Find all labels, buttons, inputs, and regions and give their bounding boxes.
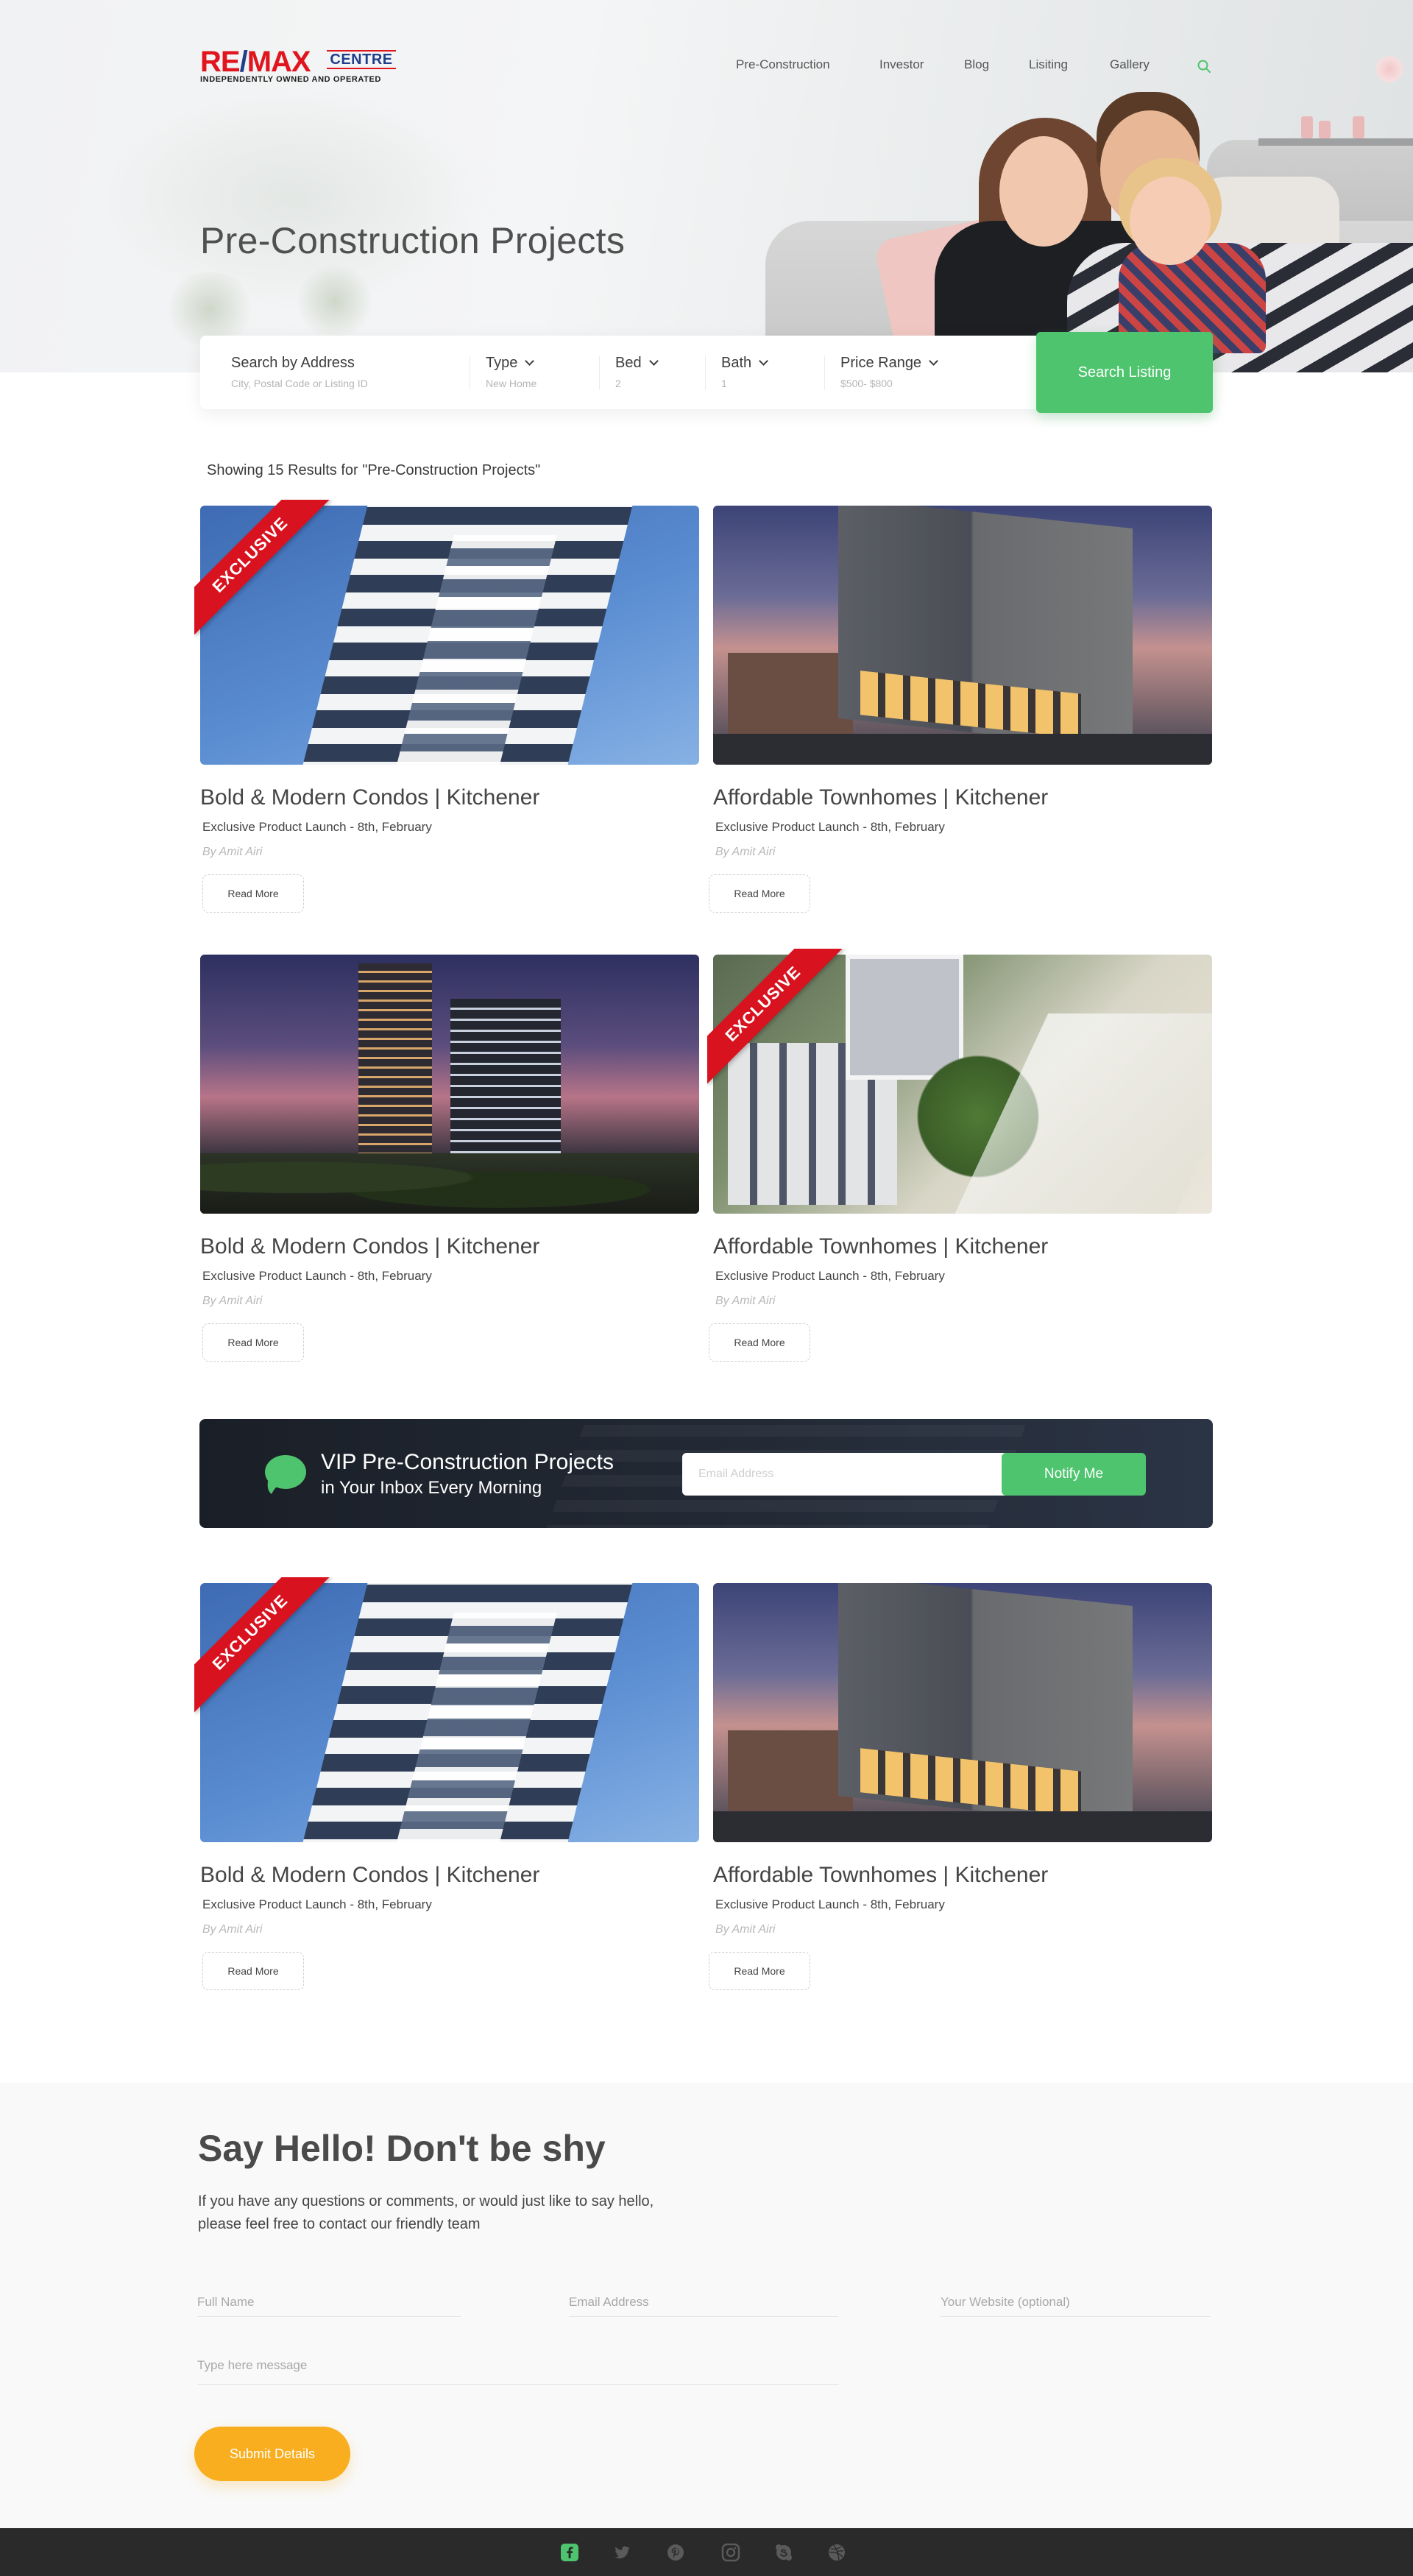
exclusive-label: EXCLUSIVE (707, 949, 843, 1084)
bed-value: 2 (615, 378, 621, 389)
nav-item-gallery[interactable]: Gallery (1110, 57, 1150, 72)
address-label: Search by Address (231, 355, 355, 371)
contact-title: Say Hello! Don't be shy (198, 2128, 606, 2169)
bath-value: 1 (721, 378, 727, 389)
message-textarea[interactable] (197, 2349, 839, 2382)
read-more-button[interactable]: Read More (202, 874, 304, 913)
nav-item-pre-construction[interactable]: Pre-Construction (736, 57, 830, 72)
logo-wordmark: RE/MAX (200, 46, 311, 78)
bath-label: Bath (721, 355, 752, 371)
full-name-field[interactable] (197, 2282, 461, 2317)
exclusive-ribbon: EXCLUSIVE (707, 949, 847, 1089)
read-more-button[interactable]: Read More (709, 1952, 810, 1990)
logo-centre: CENTRE (327, 50, 396, 69)
contact-description: If you have any questions or comments, o… (198, 2190, 757, 2236)
search-icon[interactable] (1197, 59, 1211, 74)
dribbble-icon[interactable] (827, 2543, 846, 2562)
newsletter-title: VIP Pre-Construction Projects (321, 1450, 614, 1474)
nav-item-listing[interactable]: Lisiting (1029, 57, 1068, 72)
listing-title[interactable]: Bold & Modern Condos | Kitchener (200, 1234, 539, 1259)
listing-image[interactable] (713, 506, 1212, 765)
chat-bubble-icon (261, 1453, 307, 1496)
page-title: Pre-Construction Projects (200, 220, 626, 261)
instagram-icon[interactable] (721, 2543, 740, 2562)
listing-title[interactable]: Affordable Townhomes | Kitchener (713, 1863, 1048, 1888)
listing-subtitle: Exclusive Product Launch - 8th, February (202, 1269, 432, 1283)
listing-image[interactable] (200, 955, 699, 1214)
results-count: Showing 15 Results for "Pre-Construction… (207, 462, 541, 478)
submit-details-button[interactable]: Submit Details (194, 2427, 350, 2481)
website-input[interactable] (941, 2282, 1210, 2314)
logo[interactable]: RE/MAX CENTRE INDEPENDENTLY OWNED AND OP… (200, 46, 399, 87)
notify-me-button[interactable]: Notify Me (1002, 1453, 1146, 1496)
listing-subtitle: Exclusive Product Launch - 8th, February (202, 820, 432, 834)
listing-subtitle: Exclusive Product Launch - 8th, February (715, 820, 945, 834)
nav-item-blog[interactable]: Blog (964, 57, 989, 72)
listing-author: By Amit Airi (202, 1295, 263, 1307)
nav-item-investor[interactable]: Investor (879, 57, 924, 72)
search-listing-button[interactable]: Search Listing (1036, 332, 1213, 413)
newsletter-subtitle: in Your Inbox Every Morning (321, 1478, 542, 1498)
chevron-down-icon (929, 356, 938, 366)
read-more-button[interactable]: Read More (202, 1323, 304, 1362)
listing-subtitle: Exclusive Product Launch - 8th, February (202, 1897, 432, 1911)
facebook-icon[interactable] (560, 2543, 579, 2562)
chevron-down-icon (648, 356, 659, 366)
logo-tagline: INDEPENDENTLY OWNED AND OPERATED (200, 75, 381, 84)
contact-section: Say Hello! Don't be shy If you have any … (0, 2083, 1413, 2528)
listing-title[interactable]: Affordable Townhomes | Kitchener (713, 785, 1048, 810)
chevron-down-icon (525, 356, 535, 366)
read-more-button[interactable]: Read More (709, 874, 810, 913)
twitter-icon[interactable] (612, 2543, 631, 2562)
contact-text-line-2: please feel free to contact our friendly… (198, 2216, 481, 2232)
email-input[interactable] (569, 2282, 838, 2314)
bed-dropdown[interactable]: Bed 2 (615, 355, 659, 389)
message-field[interactable] (197, 2349, 839, 2385)
contact-text-line-1: If you have any questions or comments, o… (198, 2193, 654, 2209)
footer (0, 2528, 1413, 2576)
listing-subtitle: Exclusive Product Launch - 8th, February (715, 1269, 945, 1283)
listing-author: By Amit Airi (202, 1923, 263, 1936)
website-field[interactable] (941, 2282, 1210, 2317)
listing-title[interactable]: Affordable Townhomes | Kitchener (713, 1234, 1048, 1259)
exclusive-ribbon: EXCLUSIVE (194, 500, 334, 640)
price-value: $500- $800 (840, 378, 893, 389)
bed-label: Bed (615, 355, 642, 371)
type-value: New Home (486, 378, 537, 389)
listing-image[interactable] (713, 1583, 1212, 1842)
full-name-input[interactable] (197, 2282, 461, 2314)
exclusive-label: EXCLUSIVE (194, 500, 330, 635)
listing-title[interactable]: Bold & Modern Condos | Kitchener (200, 1863, 539, 1888)
email-field[interactable] (569, 2282, 838, 2317)
bath-dropdown[interactable]: Bath 1 (721, 355, 769, 389)
listing-author: By Amit Airi (715, 1295, 776, 1307)
chevron-down-icon (759, 356, 769, 366)
listing-author: By Amit Airi (715, 846, 776, 858)
address-search-field[interactable]: Search by Address City, Postal Code or L… (231, 355, 368, 389)
exclusive-label: EXCLUSIVE (194, 1577, 330, 1713)
skype-icon[interactable] (774, 2543, 793, 2562)
price-range-dropdown[interactable]: Price Range $500- $800 (840, 355, 938, 389)
price-label: Price Range (840, 355, 922, 371)
listing-author: By Amit Airi (715, 1923, 776, 1936)
pinterest-icon[interactable] (666, 2543, 685, 2562)
type-dropdown[interactable]: Type New Home (486, 355, 536, 389)
address-placeholder: City, Postal Code or Listing ID (231, 378, 368, 389)
newsletter-banner: VIP Pre-Construction Projects in Your In… (199, 1419, 1213, 1528)
read-more-button[interactable]: Read More (202, 1952, 304, 1990)
listing-title[interactable]: Bold & Modern Condos | Kitchener (200, 785, 539, 810)
type-label: Type (486, 355, 518, 371)
newsletter-email-input[interactable] (682, 1453, 1006, 1496)
listing-subtitle: Exclusive Product Launch - 8th, February (715, 1897, 945, 1911)
exclusive-ribbon: EXCLUSIVE (194, 1577, 334, 1717)
read-more-button[interactable]: Read More (709, 1323, 810, 1362)
listing-author: By Amit Airi (202, 846, 263, 858)
